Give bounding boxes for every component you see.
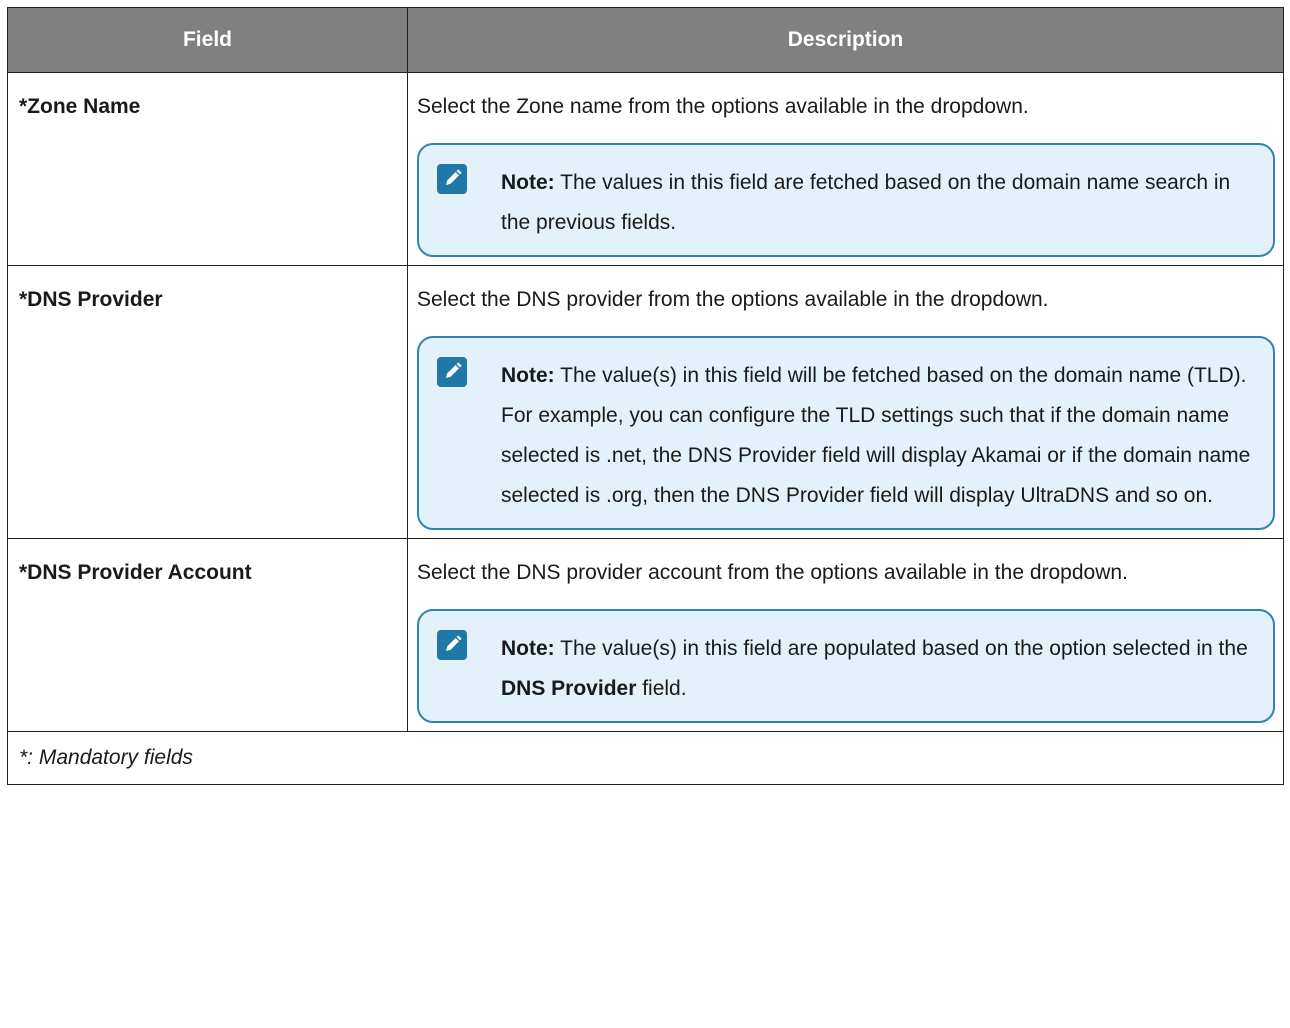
table-row: *DNS Provider Select the DNS provider fr…	[7, 265, 1284, 539]
header-field: Field	[7, 7, 408, 73]
note-bold-reference: DNS Provider	[501, 677, 637, 700]
header-description: Description	[407, 7, 1284, 73]
table-row: *DNS Provider Account Select the DNS pro…	[7, 538, 1284, 732]
note-text: The values in this field are fetched bas…	[501, 171, 1231, 234]
note-label: Note:	[501, 637, 555, 660]
field-cell: *DNS Provider Account	[7, 538, 408, 732]
note-text: The value(s) in this field will be fetch…	[501, 364, 1251, 507]
description-cell: Select the DNS provider from the options…	[407, 265, 1284, 539]
note-text-before: The value(s) in this field are populated…	[554, 637, 1248, 660]
note-text-after: field.	[636, 677, 687, 700]
pencil-note-icon	[437, 357, 467, 387]
note-label: Note:	[501, 364, 555, 387]
note-box: Note: The values in this field are fetch…	[417, 143, 1275, 257]
description-text: Select the DNS provider account from the…	[417, 561, 1128, 584]
table-footer-row: *: Mandatory fields	[7, 731, 1284, 785]
description-cell: Select the Zone name from the options av…	[407, 72, 1284, 266]
field-cell: *Zone Name	[7, 72, 408, 266]
table-header-row: Field Description	[7, 7, 1284, 73]
field-name: *Zone Name	[19, 95, 141, 118]
mandatory-fields-footnote: *: Mandatory fields	[7, 731, 1284, 785]
note-box: Note: The value(s) in this field will be…	[417, 336, 1275, 530]
description-text: Select the DNS provider from the options…	[417, 288, 1049, 311]
table-row: *Zone Name Select the Zone name from the…	[7, 72, 1284, 266]
field-cell: *DNS Provider	[7, 265, 408, 539]
field-name: *DNS Provider Account	[19, 561, 252, 584]
description-cell: Select the DNS provider account from the…	[407, 538, 1284, 732]
note-box: Note: The value(s) in this field are pop…	[417, 609, 1275, 723]
description-text: Select the Zone name from the options av…	[417, 95, 1029, 118]
pencil-note-icon	[437, 164, 467, 194]
field-description-table: Field Description *Zone Name Select the …	[7, 7, 1284, 785]
pencil-note-icon	[437, 630, 467, 660]
note-label: Note:	[501, 171, 555, 194]
field-name: *DNS Provider	[19, 288, 163, 311]
